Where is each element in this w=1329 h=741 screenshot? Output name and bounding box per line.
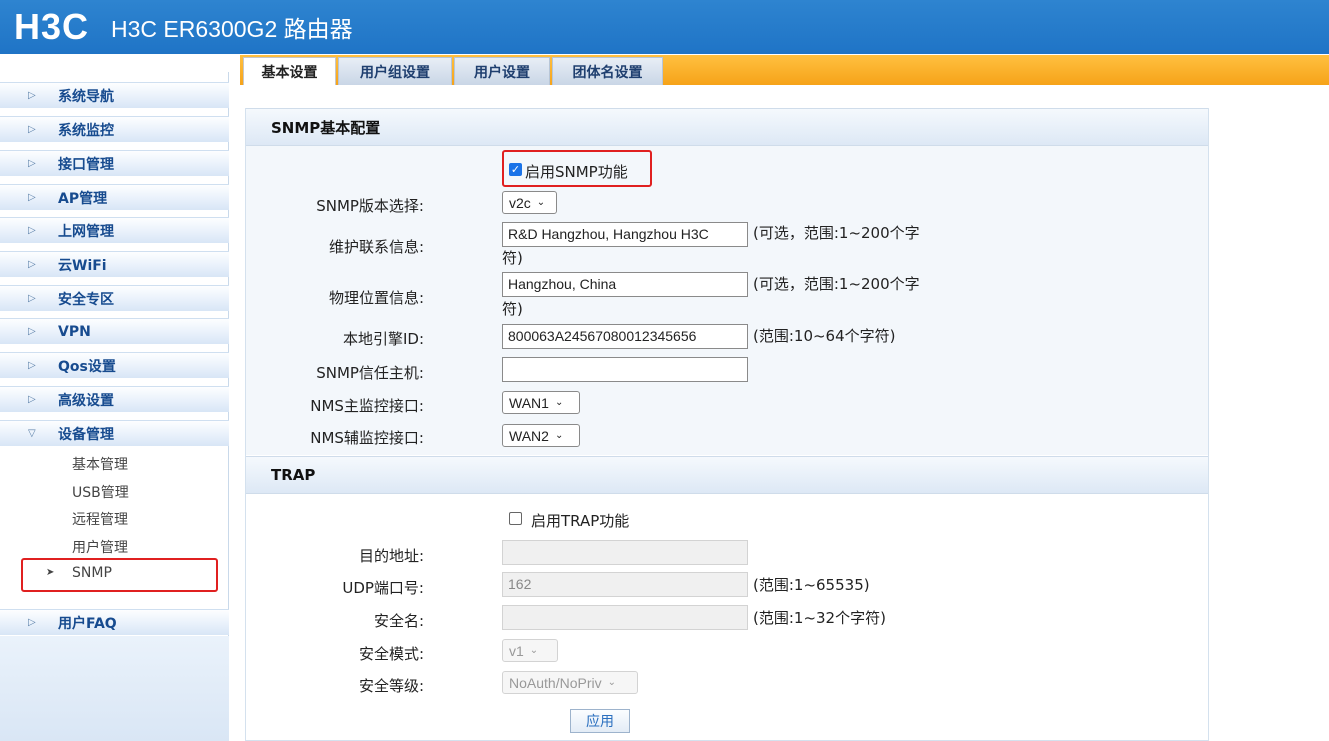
sidebar-item-label: 设备管理 — [58, 426, 114, 443]
location-info-label: 物理位置信息: — [328, 289, 424, 307]
contact-info-label: 维护联系信息: — [328, 238, 424, 256]
sidebar-item-label: 高级设置 — [58, 392, 114, 409]
snmp-highlight-box — [21, 558, 218, 592]
location-info-hint: (可选，范围:1~200个字 — [753, 275, 920, 293]
trap-section-header: TRAP — [246, 456, 1208, 494]
sidebar-item-device-mgmt[interactable]: ▽ 设备管理 — [0, 420, 229, 446]
select-value: v2c — [509, 194, 531, 211]
select-value: v1 — [509, 642, 524, 659]
sidebar-item-qos[interactable]: ▷ Qos设置 — [0, 352, 229, 378]
sidebar-item-label: VPN — [58, 323, 91, 340]
tab-user-settings[interactable]: 用户设置 — [454, 57, 550, 85]
sidebar-sub-item-user[interactable]: 用户管理 — [72, 537, 128, 557]
h3c-logo: H3C — [14, 6, 90, 47]
sidebar-item-ap[interactable]: ▷ AP管理 — [0, 184, 229, 210]
sidebar-item-cloud-wifi[interactable]: ▷ 云WiFi — [0, 251, 229, 277]
security-level-select[interactable]: NoAuth/NoPriv ⌄ — [502, 671, 638, 694]
trap-enable-checkbox[interactable] — [509, 512, 522, 525]
security-name-label: 安全名: — [373, 612, 424, 630]
security-name-input[interactable] — [502, 605, 748, 630]
sidebar-sub-item-basic[interactable]: 基本管理 — [72, 454, 128, 474]
tab-user-group-settings[interactable]: 用户组设置 — [338, 57, 452, 85]
snmp-version-label: SNMP版本选择: — [316, 197, 424, 215]
contact-info-input[interactable]: R&D Hangzhou, Hangzhou H3C — [502, 222, 748, 247]
expand-arrow-icon: ▷ — [28, 124, 36, 135]
sidebar-item-system-nav[interactable]: ▷ 系统导航 — [0, 82, 229, 108]
apply-button[interactable]: 应用 — [570, 709, 630, 733]
sidebar-sub-item-usb[interactable]: USB管理 — [72, 482, 129, 502]
page-title: H3C ER6300G2 路由器 — [111, 16, 353, 42]
nms-secondary-select[interactable]: WAN2 ⌄ — [502, 424, 580, 447]
sidebar-item-internet[interactable]: ▷ 上网管理 — [0, 217, 229, 243]
sidebar-item-system-monitor[interactable]: ▷ 系统监控 — [0, 116, 229, 142]
dest-address-label: 目的地址: — [358, 547, 424, 565]
security-name-hint: (范围:1~32个字符) — [753, 609, 886, 627]
snmp-enable-highlight-box — [502, 150, 652, 187]
contact-info-hint: (可选，范围:1~200个字 — [753, 222, 920, 244]
trap-enable-label: 启用TRAP功能 — [531, 512, 630, 530]
expand-arrow-icon: ▷ — [28, 360, 36, 371]
security-mode-select[interactable]: v1 ⌄ — [502, 639, 558, 662]
tab-basic-settings[interactable]: 基本设置 — [243, 57, 336, 85]
expand-arrow-icon: ▷ — [28, 394, 36, 405]
location-info-input[interactable]: Hangzhou, China — [502, 272, 748, 297]
sidebar-item-security[interactable]: ▷ 安全专区 — [0, 285, 229, 311]
engine-id-label: 本地引擎ID: — [342, 330, 424, 348]
sidebar-item-advanced[interactable]: ▷ 高级设置 — [0, 386, 229, 412]
nms-primary-label: NMS主监控接口: — [310, 397, 424, 415]
engine-id-hint: (范围:10~64个字符) — [753, 327, 896, 345]
sidebar-sub-item-remote[interactable]: 远程管理 — [72, 509, 128, 529]
trust-host-label: SNMP信任主机: — [316, 364, 424, 382]
sidebar-item-label: 接口管理 — [58, 156, 114, 173]
chevron-down-icon: ⌄ — [536, 197, 546, 208]
trust-host-input[interactable] — [502, 357, 748, 382]
chevron-down-icon: ⌄ — [554, 397, 564, 408]
expand-arrow-icon: ▷ — [28, 617, 36, 628]
sidebar-item-label: AP管理 — [58, 190, 108, 207]
collapse-arrow-icon: ▽ — [28, 428, 36, 439]
sidebar-item-label: Qos设置 — [58, 358, 116, 375]
section-title: SNMP基本配置 — [271, 118, 381, 137]
expand-arrow-icon: ▷ — [28, 293, 36, 304]
hint-line: (可选，范围:1~200个字 — [753, 224, 920, 242]
security-level-label: 安全等级: — [358, 677, 424, 695]
snmp-version-select[interactable]: v2c ⌄ — [502, 191, 557, 214]
sidebar-item-label: 系统监控 — [58, 122, 114, 139]
sidebar-item-faq[interactable]: ▷ 用户FAQ — [0, 609, 229, 635]
snmp-section-header: SNMP基本配置 — [246, 108, 1208, 146]
expand-arrow-icon: ▷ — [28, 192, 36, 203]
expand-arrow-icon: ▷ — [28, 90, 36, 101]
nms-primary-select[interactable]: WAN1 ⌄ — [502, 391, 580, 414]
sidebar-item-interface[interactable]: ▷ 接口管理 — [0, 150, 229, 176]
nms-secondary-label: NMS辅监控接口: — [310, 429, 424, 447]
chevron-down-icon: ⌄ — [529, 645, 539, 656]
expand-arrow-icon: ▷ — [28, 326, 36, 337]
sidebar-item-label: 云WiFi — [58, 257, 107, 274]
sidebar-item-label: 用户FAQ — [58, 615, 117, 632]
udp-port-hint: (范围:1~65535) — [753, 576, 870, 594]
select-value: WAN2 — [509, 427, 549, 444]
dest-address-input[interactable] — [502, 540, 748, 565]
app-header: H3C H3C ER6300G2 路由器 — [0, 0, 1329, 54]
expand-arrow-icon: ▷ — [28, 259, 36, 270]
expand-arrow-icon: ▷ — [28, 225, 36, 236]
tab-community-settings[interactable]: 团体名设置 — [552, 57, 663, 85]
chevron-down-icon: ⌄ — [554, 430, 564, 441]
section-title: TRAP — [271, 466, 316, 484]
sidebar-item-vpn[interactable]: ▷ VPN — [0, 318, 229, 344]
expand-arrow-icon: ▷ — [28, 158, 36, 169]
udp-port-input[interactable]: 162 — [502, 572, 748, 597]
udp-port-label: UDP端口号: — [342, 579, 424, 597]
select-value: NoAuth/NoPriv — [509, 674, 602, 691]
contact-info-hint-wrap: 符) — [502, 249, 523, 267]
security-mode-label: 安全模式: — [358, 645, 424, 663]
sidebar-footer — [0, 636, 229, 741]
chevron-down-icon: ⌄ — [607, 677, 616, 688]
select-value: WAN1 — [509, 394, 549, 411]
sidebar-item-label: 上网管理 — [58, 223, 114, 240]
location-info-hint-wrap: 符) — [502, 300, 523, 318]
sidebar-item-label: 安全专区 — [58, 291, 114, 308]
engine-id-input[interactable]: 800063A24567080012345656 — [502, 324, 748, 349]
sidebar-item-label: 系统导航 — [58, 88, 114, 105]
